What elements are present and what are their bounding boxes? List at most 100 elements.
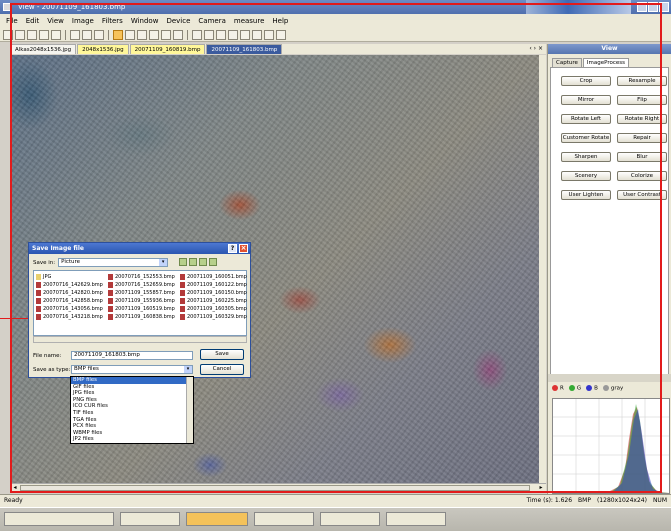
- save-as-type-select[interactable]: BMP files ▾: [71, 365, 193, 374]
- type-option-tif[interactable]: TIF files: [71, 410, 193, 417]
- type-option-jp2[interactable]: JP2 files: [71, 436, 193, 443]
- open-folder-icon[interactable]: [15, 29, 25, 40]
- text-tool-icon[interactable]: [161, 29, 171, 40]
- undo-icon[interactable]: [70, 29, 80, 40]
- list-item[interactable]: 20071109_160305.bmp: [180, 305, 252, 313]
- taskbar-item[interactable]: [254, 512, 314, 526]
- list-item[interactable]: 20071109_160122.bmp: [180, 281, 252, 289]
- save-in-select[interactable]: Picture ▾: [58, 258, 169, 267]
- menu-measure[interactable]: measure: [234, 14, 265, 28]
- scroll-left-icon[interactable]: ◂: [11, 484, 19, 492]
- list-item[interactable]: 20070716_152553.bmp: [108, 273, 180, 281]
- channel-blue[interactable]: B: [586, 385, 598, 392]
- list-item[interactable]: 20071109_160225.bmp: [180, 297, 252, 305]
- canvas-vertical-scrollbar[interactable]: [539, 55, 546, 483]
- zoom-icon[interactable]: [149, 29, 159, 40]
- rotate-right-button[interactable]: Rotate Right: [617, 114, 667, 124]
- menu-camera[interactable]: Camera: [198, 14, 225, 28]
- type-option-tga[interactable]: TGA files: [71, 417, 193, 424]
- dropdown-scrollbar[interactable]: [186, 377, 193, 443]
- list-item[interactable]: 20070716_143056.bmp: [36, 305, 108, 313]
- flip-button[interactable]: Flip: [617, 95, 667, 105]
- line-tool-icon[interactable]: [216, 29, 226, 40]
- scenery-button[interactable]: Scenery: [561, 171, 611, 181]
- menu-filters[interactable]: Filters: [102, 14, 123, 28]
- crop-button[interactable]: Crop: [561, 76, 611, 86]
- taskbar-item[interactable]: [120, 512, 180, 526]
- arrow-tool-icon[interactable]: [264, 29, 274, 40]
- user-contrast-button[interactable]: User Contrast: [617, 190, 667, 200]
- view-menu-icon[interactable]: [209, 258, 217, 266]
- taskbar-item[interactable]: [320, 512, 380, 526]
- polygon-tool-icon[interactable]: [252, 29, 262, 40]
- pan-hand-icon[interactable]: [113, 29, 123, 40]
- new-folder-icon[interactable]: [199, 258, 207, 266]
- list-item[interactable]: 20071109_155857.bmp: [108, 289, 180, 297]
- dropdown-icon[interactable]: [276, 29, 286, 40]
- maximize-icon[interactable]: [648, 2, 658, 12]
- menu-device[interactable]: Device: [166, 14, 190, 28]
- menu-file[interactable]: File: [6, 14, 18, 28]
- dialog-close-icon[interactable]: ×: [239, 244, 248, 253]
- redo-icon[interactable]: [82, 29, 92, 40]
- new-file-icon[interactable]: [3, 29, 13, 40]
- list-item[interactable]: 20070716_142629.bmp: [36, 281, 108, 289]
- repair-button[interactable]: Repair: [617, 133, 667, 143]
- type-option-png[interactable]: PNG files: [71, 397, 193, 404]
- rotate-left-button[interactable]: Rotate Left: [561, 114, 611, 124]
- save-icon[interactable]: [27, 29, 37, 40]
- tab-capture[interactable]: Capture: [552, 58, 582, 67]
- list-item[interactable]: JPG: [36, 273, 108, 281]
- rectangle-tool-icon[interactable]: [228, 29, 238, 40]
- image-tool-icon[interactable]: [173, 29, 183, 40]
- scroll-right-icon[interactable]: ▸: [537, 484, 545, 492]
- type-option-jpg[interactable]: JPG files: [71, 390, 193, 397]
- channel-green[interactable]: G: [568, 385, 581, 392]
- list-item[interactable]: 20071109_160150.bmp: [180, 289, 252, 297]
- user-lighten-button[interactable]: User Lighten: [561, 190, 611, 200]
- file-name-input[interactable]: 20071109_161803.bmp: [71, 351, 193, 360]
- tab-document-4[interactable]: 20071109_161803.bmp: [206, 44, 283, 54]
- mirror-button[interactable]: Mirror: [561, 95, 611, 105]
- type-option-ico[interactable]: ICO CUR files: [71, 403, 193, 410]
- customer-rotate-button[interactable]: Customer Rotate: [561, 133, 611, 143]
- type-option-pcx[interactable]: PCX files: [71, 423, 193, 430]
- list-item[interactable]: 20071109_160519.bmp: [108, 305, 180, 313]
- select-rect-icon[interactable]: [125, 29, 135, 40]
- taskbar-item-active[interactable]: [186, 512, 248, 526]
- menu-edit[interactable]: Edit: [26, 14, 40, 28]
- sharpen-button[interactable]: Sharpen: [561, 152, 611, 162]
- print-icon[interactable]: [94, 29, 104, 40]
- taskbar-item[interactable]: [4, 512, 114, 526]
- type-option-wbmp[interactable]: WBMP files: [71, 430, 193, 437]
- list-item[interactable]: 20070716_142820.bmp: [36, 289, 108, 297]
- list-item[interactable]: 20071109_160329.bmp: [180, 313, 252, 321]
- tab-document-1[interactable]: Alkas2048x1536.jpg: [10, 44, 77, 54]
- help-icon[interactable]: ?: [228, 244, 237, 253]
- save-button[interactable]: Save: [200, 349, 244, 360]
- select-region-icon[interactable]: [137, 29, 147, 40]
- channel-gray[interactable]: gray: [602, 385, 623, 392]
- up-folder-icon[interactable]: [189, 258, 197, 266]
- menu-help[interactable]: Help: [272, 14, 288, 28]
- paste-icon[interactable]: [51, 29, 61, 40]
- tab-document-2[interactable]: 2048x1536.jpg: [77, 44, 129, 54]
- back-icon[interactable]: [179, 258, 187, 266]
- type-option-bmp[interactable]: BMP files: [71, 377, 193, 384]
- menu-image[interactable]: Image: [72, 14, 94, 28]
- tab-navigation[interactable]: ‹ › ×: [529, 44, 543, 54]
- channel-red[interactable]: R: [552, 385, 564, 392]
- file-list-scrollbar[interactable]: [33, 336, 247, 343]
- list-item[interactable]: 20071109_160051.bmp: [180, 273, 252, 281]
- blur-button[interactable]: Blur: [617, 152, 667, 162]
- list-item[interactable]: 20070716_142858.bmp: [36, 297, 108, 305]
- cancel-button[interactable]: Cancel: [200, 364, 244, 375]
- tab-document-3[interactable]: 20071109_160819.bmp: [129, 44, 206, 54]
- pointer-icon[interactable]: [204, 29, 214, 40]
- resample-button[interactable]: Resample: [617, 76, 667, 86]
- measure-icon[interactable]: [192, 29, 202, 40]
- scroll-thumb[interactable]: [20, 485, 530, 491]
- ellipse-tool-icon[interactable]: [240, 29, 250, 40]
- list-item[interactable]: 20071109_160838.bmp: [108, 313, 180, 321]
- canvas-horizontal-scrollbar[interactable]: ◂ ▸: [10, 483, 546, 492]
